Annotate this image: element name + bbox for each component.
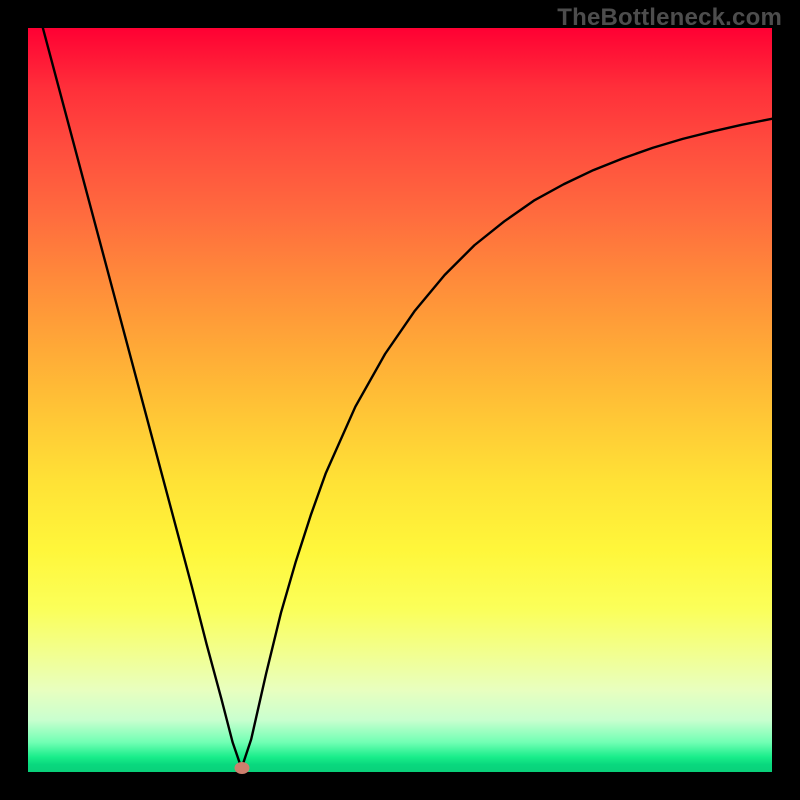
plot-area bbox=[28, 28, 772, 772]
bottleneck-curve bbox=[28, 28, 772, 772]
chart-frame: TheBottleneck.com bbox=[0, 0, 800, 800]
watermark-text: TheBottleneck.com bbox=[557, 4, 782, 32]
optimal-point-marker bbox=[234, 762, 249, 774]
